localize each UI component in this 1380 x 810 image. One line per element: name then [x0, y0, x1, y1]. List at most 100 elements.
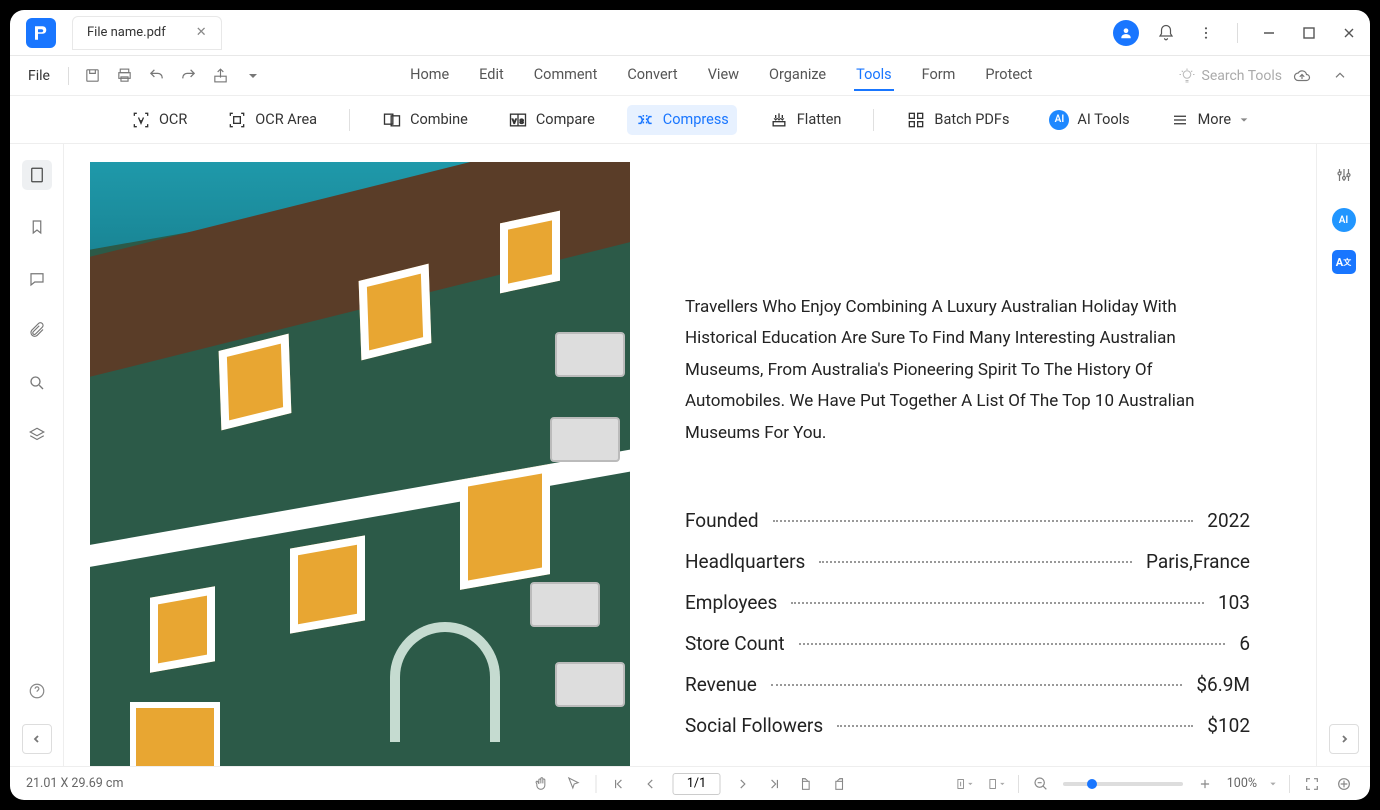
info-value: 2022 [1207, 509, 1250, 532]
info-row: Social Followers $102 [685, 714, 1250, 737]
file-menu[interactable]: File [22, 68, 56, 84]
comments-panel-button[interactable] [22, 264, 52, 294]
dropdown-icon[interactable] [241, 64, 265, 88]
batch-icon [906, 110, 926, 130]
batch-pdfs-button[interactable]: Batch PDFs [898, 105, 1017, 135]
undo-icon[interactable] [145, 64, 169, 88]
ai-assistant-button[interactable]: AI [1332, 208, 1356, 232]
info-value: $102 [1207, 714, 1250, 737]
zoom-level: 100% [1227, 776, 1257, 791]
info-row: Founded 2022 [685, 509, 1250, 532]
info-label: Store Count [685, 632, 785, 655]
hand-tool-button[interactable] [532, 774, 552, 794]
info-row: Store Count6 [685, 632, 1250, 655]
prev-page-button[interactable] [641, 774, 661, 794]
notifications-icon[interactable] [1153, 20, 1179, 46]
ocr-area-icon [227, 110, 247, 130]
compress-button[interactable]: Compress [627, 105, 737, 135]
info-label: Social Followers [685, 714, 823, 737]
zoom-out-button[interactable] [1031, 774, 1051, 794]
info-label: Revenue [685, 673, 757, 696]
ai-tools-button[interactable]: AI AI Tools [1041, 105, 1137, 135]
last-page-button[interactable] [765, 774, 785, 794]
fit-page-button[interactable] [1334, 774, 1354, 794]
translate-button[interactable]: A文 [1332, 250, 1356, 274]
ocr-button[interactable]: OCR [123, 105, 195, 135]
combine-button[interactable]: Combine [374, 105, 476, 135]
share-icon[interactable] [209, 64, 233, 88]
save-icon[interactable] [81, 64, 105, 88]
cloud-upload-icon[interactable] [1290, 64, 1314, 88]
combine-icon [382, 110, 402, 130]
info-value: $6.9M [1196, 673, 1250, 696]
menu-edit[interactable]: Edit [477, 60, 506, 91]
help-button[interactable] [22, 676, 52, 706]
menu-comment[interactable]: Comment [532, 60, 600, 91]
layers-panel-button[interactable] [22, 420, 52, 450]
info-value: Paris,France [1146, 550, 1250, 573]
tab-filename: File name.pdf [87, 25, 166, 40]
info-row: Employees103 [685, 591, 1250, 614]
next-page-button[interactable] [733, 774, 753, 794]
close-window-button[interactable] [1336, 20, 1362, 46]
user-avatar-button[interactable] [1113, 20, 1139, 46]
document-paragraph: Travellers Who Enjoy Combining A Luxury … [685, 292, 1250, 449]
search-tools[interactable]: Search Tools [1178, 67, 1282, 85]
document-image [90, 162, 630, 766]
more-icon [1170, 110, 1190, 130]
document-tab[interactable]: File name.pdf ✕ [72, 16, 222, 50]
more-button[interactable]: More [1162, 105, 1257, 135]
page-dimensions: 21.01 X 29.69 cm [26, 776, 123, 791]
minimize-button[interactable] [1256, 20, 1282, 46]
info-label: Employees [685, 591, 777, 614]
maximize-button[interactable] [1296, 20, 1322, 46]
compress-icon [635, 110, 655, 130]
ai-badge-icon: AI [1049, 110, 1069, 130]
bookmarks-panel-button[interactable] [22, 212, 52, 242]
app-logo[interactable] [26, 18, 56, 48]
info-row: Headlquarters Paris,France [685, 550, 1250, 573]
collapse-icon[interactable] [1328, 64, 1352, 88]
ocr-area-button[interactable]: OCR Area [219, 105, 325, 135]
menu-organize[interactable]: Organize [767, 60, 828, 91]
compare-button[interactable]: VS Compare [500, 105, 603, 135]
menu-form[interactable]: Form [920, 60, 958, 91]
compare-icon: VS [508, 110, 528, 130]
menu-protect[interactable]: Protect [983, 60, 1034, 91]
select-tool-button[interactable] [564, 774, 584, 794]
search-panel-button[interactable] [22, 368, 52, 398]
right-panel-collapse-button[interactable] [1329, 724, 1359, 754]
left-panel-collapse-button[interactable] [22, 724, 52, 754]
properties-panel-button[interactable] [1329, 160, 1359, 190]
info-label: Founded [685, 509, 759, 532]
search-tools-label: Search Tools [1202, 68, 1282, 84]
ocr-icon [131, 110, 151, 130]
first-page-button[interactable] [609, 774, 629, 794]
print-icon[interactable] [113, 64, 137, 88]
svg-text:S: S [520, 117, 524, 125]
svg-text:V: V [512, 117, 517, 125]
page-number-input[interactable] [673, 773, 721, 795]
document-viewport[interactable]: Travellers Who Enjoy Combining A Luxury … [64, 144, 1316, 766]
scroll-mode-button[interactable] [954, 774, 974, 794]
info-row: Revenue $6.9M [685, 673, 1250, 696]
flatten-button[interactable]: Flatten [761, 105, 850, 135]
thumbnails-panel-button[interactable] [22, 160, 52, 190]
zoom-slider[interactable] [1063, 782, 1183, 786]
rotate-left-button[interactable] [797, 774, 817, 794]
menu-tools[interactable]: Tools [854, 60, 894, 91]
menu-convert[interactable]: Convert [625, 60, 679, 91]
fullscreen-button[interactable] [1302, 774, 1322, 794]
close-tab-icon[interactable]: ✕ [196, 25, 207, 40]
zoom-dropdown-icon[interactable] [1269, 780, 1277, 788]
page-layout-button[interactable] [986, 774, 1006, 794]
zoom-in-button[interactable] [1195, 774, 1215, 794]
kebab-menu-icon[interactable] [1193, 20, 1219, 46]
menu-home[interactable]: Home [408, 60, 451, 91]
rotate-right-button[interactable] [829, 774, 849, 794]
redo-icon[interactable] [177, 64, 201, 88]
info-label: Headlquarters [685, 550, 805, 573]
menu-view[interactable]: View [706, 60, 741, 91]
attachments-panel-button[interactable] [22, 316, 52, 346]
light-bulb-icon [1178, 67, 1196, 85]
